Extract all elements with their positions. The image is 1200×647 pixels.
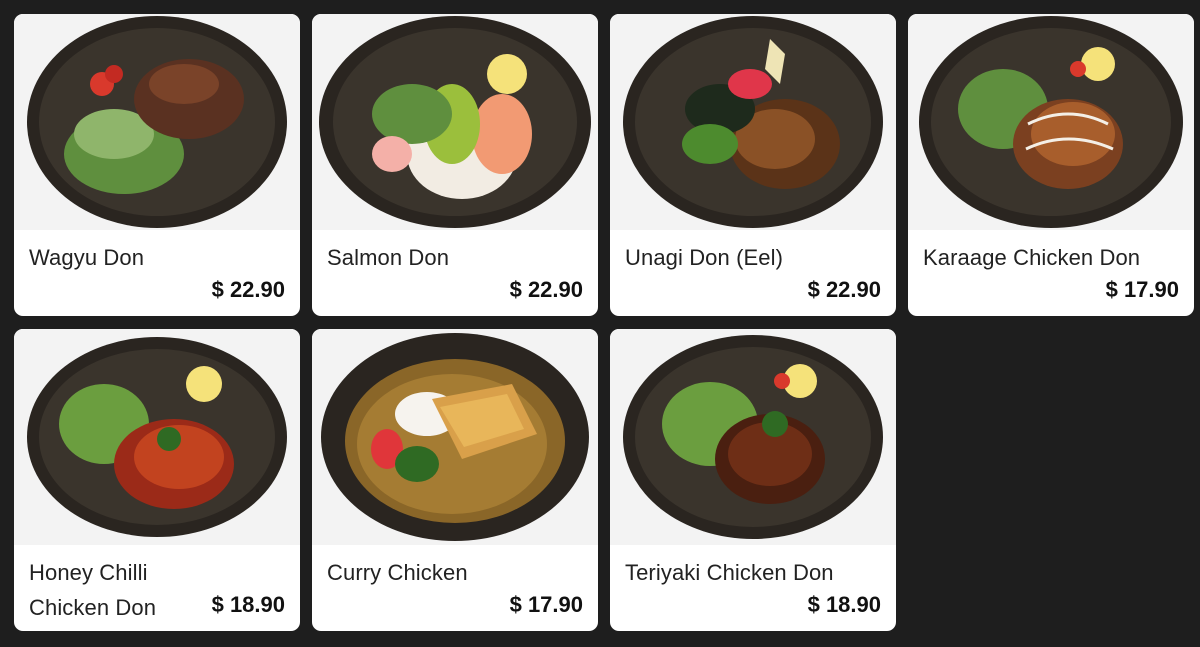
item-price: $ 17.90 (509, 592, 583, 617)
menu-item-card[interactable]: Salmon Don $ 22.90 (312, 14, 598, 316)
menu-item-card[interactable]: Wagyu Don $ 22.90 (14, 14, 300, 316)
item-name: Teriyaki Chicken Don (625, 560, 834, 585)
item-price: $ 22.90 (807, 277, 881, 302)
item-price: $ 18.90 (807, 592, 881, 617)
item-price: $ 17.90 (1105, 277, 1179, 302)
unagi-don-image (610, 14, 896, 230)
item-name: Wagyu Don (29, 245, 145, 270)
item-name: Unagi Don (Eel) (625, 245, 784, 270)
item-name: Honey Chilli Chicken Don (29, 560, 157, 620)
menu-item-card[interactable]: Unagi Don (Eel) $ 22.90 (610, 14, 896, 316)
menu-grid: Wagyu Don $ 22.90 Salmon Don $ 22.90 Una… (14, 14, 1194, 631)
item-price: $ 22.90 (211, 277, 285, 302)
item-price: $ 18.90 (211, 592, 285, 617)
menu-item-card[interactable]: Karaage Chicken Don $ 17.90 (908, 14, 1194, 316)
salmon-don-image (312, 14, 598, 230)
wagyu-don-image (14, 14, 300, 230)
menu-item-card[interactable]: Teriyaki Chicken Don $ 18.90 (610, 329, 896, 631)
item-name: Salmon Don (327, 245, 450, 270)
menu-item-card[interactable]: Curry Chicken $ 17.90 (312, 329, 598, 631)
item-name: Curry Chicken (327, 560, 468, 585)
curry-chicken-image (312, 329, 598, 545)
honey-chilli-chicken-don-image (14, 329, 300, 545)
item-price: $ 22.90 (509, 277, 583, 302)
karaage-chicken-don-image (908, 14, 1194, 230)
menu-item-card[interactable]: Honey Chilli Chicken Don $ 18.90 (14, 329, 300, 631)
item-name: Karaage Chicken Don (923, 245, 1141, 270)
teriyaki-chicken-don-image (610, 329, 896, 545)
